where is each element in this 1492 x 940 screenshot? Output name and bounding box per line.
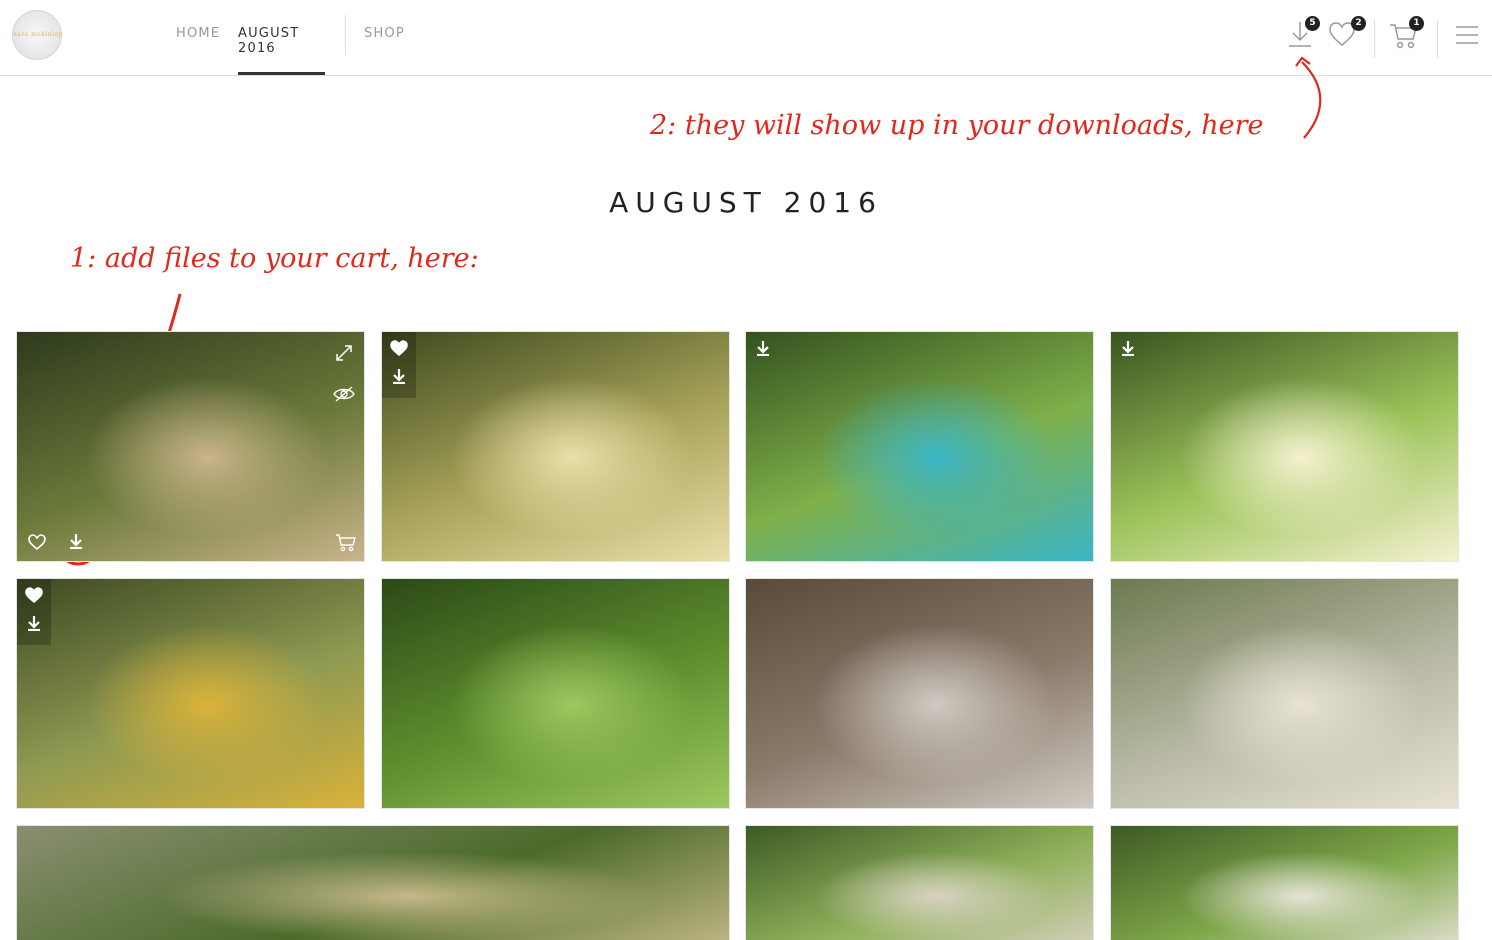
add-download-icon[interactable] [68,533,84,552]
header-divider [1374,20,1375,58]
nav-home-link[interactable]: HOME [176,0,238,76]
photo-tile[interactable] [16,825,730,940]
favorited-heart-icon[interactable] [25,587,43,606]
downloads-annotation: 2: they will show up in your downloads, … [650,110,1264,141]
cart-button[interactable]: 1 [1388,16,1424,50]
favorites-button[interactable]: 2 [1328,16,1366,50]
hide-eye-icon[interactable] [333,386,355,405]
favorited-heart-icon[interactable] [390,340,408,359]
photo-tile[interactable] [745,331,1094,562]
downloaded-icon[interactable] [26,615,42,634]
nav-august-2016-link[interactable]: AUGUST 2016 [238,0,325,76]
photo-tile[interactable] [16,331,365,562]
annotation-arrow-up [1295,56,1322,139]
photo-tile[interactable] [381,578,730,809]
logo-text: sara mckinley [13,31,63,38]
downloaded-icon[interactable] [391,368,407,387]
header-divider [1437,20,1438,58]
downloads-count-badge: 5 [1305,16,1320,31]
nav-shop-link[interactable]: SHOP [364,0,424,76]
menu-button[interactable] [1454,22,1486,54]
expand-icon[interactable] [335,344,353,365]
photo-tile[interactable] [1110,825,1459,940]
photo-tile[interactable] [16,578,365,809]
downloaded-icon[interactable] [1120,340,1136,359]
site-header: sara mckinley HOME AUGUST 2016 SHOP 5 2 … [0,0,1492,76]
site-logo[interactable]: sara mckinley [12,10,62,60]
favorite-heart-icon[interactable] [28,534,46,553]
cart-count-badge: 1 [1409,16,1424,31]
downloaded-icon[interactable] [755,340,771,359]
photo-tile[interactable] [745,825,1094,940]
photo-tile[interactable] [381,331,730,562]
gallery-title: AUGUST 2016 [609,186,883,219]
add-to-cart-icon[interactable] [335,532,357,555]
photo-tile[interactable] [1110,331,1459,562]
hamburger-menu-icon [1456,26,1478,44]
cart-annotation: 1: add files to your cart, here: [70,243,479,274]
photo-tile[interactable] [1110,578,1459,809]
downloads-button[interactable]: 5 [1286,16,1320,50]
main-nav: HOME AUGUST 2016 SHOP [176,0,424,76]
favorites-count-badge: 2 [1351,16,1366,31]
nav-divider [345,15,346,55]
photo-tile[interactable] [745,578,1094,809]
